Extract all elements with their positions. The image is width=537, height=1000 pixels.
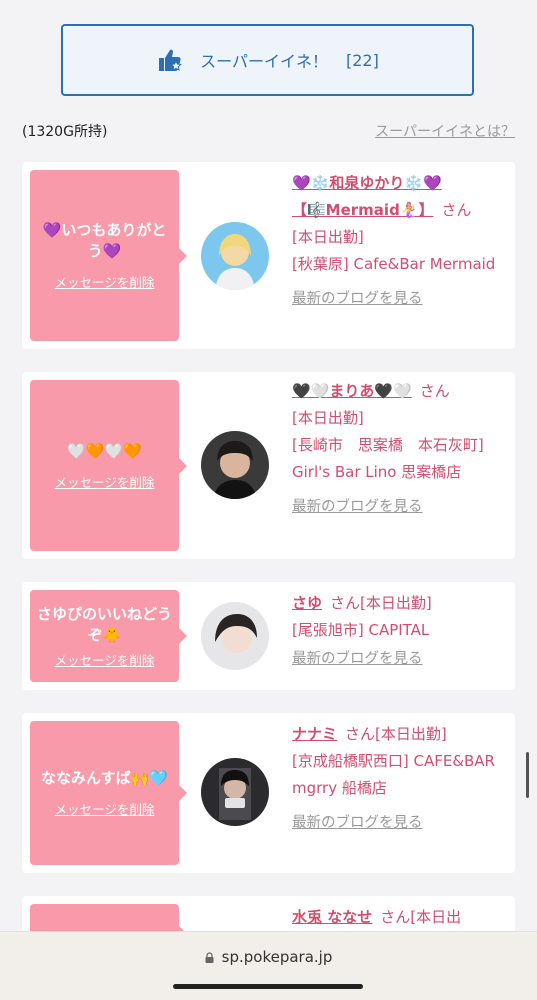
like-card: 🤍🧡🤍🧡 メッセージを削除 🖤🤍まりあ🖤🤍 さん [本日出勤] [長崎市 思案橋 … (22, 372, 515, 559)
cast-name-link[interactable]: ナナミ (292, 725, 337, 743)
super-like-button[interactable]: スーパーイイネ！ [22] (61, 24, 474, 96)
browser-address-bar[interactable]: sp.pokepara.jp (0, 931, 537, 1000)
san-suffix: さん (345, 725, 376, 743)
like-card: 💜いつもありがとう💜 メッセージを削除 💜❄️和泉ゆかり❄️💜【🎼Mermaid… (22, 162, 515, 349)
message-bubble: ななみんすば🙌🩵 メッセージを削除 (30, 721, 187, 865)
delete-message-link[interactable]: メッセージを削除 (55, 272, 155, 291)
avatar[interactable] (201, 222, 269, 290)
cast-info: 💜❄️和泉ゆかり❄️💜【🎼Mermaid🧜‍♀️】 さん [本日出勤] [秋葉原]… (292, 170, 504, 313)
url-text: sp.pokepara.jp (221, 948, 333, 966)
what-is-super-like-link[interactable]: スーパーイイネとは？ (375, 121, 515, 141)
cast-name-link[interactable]: さゆ (292, 594, 322, 612)
cast-info: ナナミ さん[本日出勤] [京成船橋駅西口] CAFE&BAR mgrry 船橋店… (292, 721, 504, 837)
latest-blog-link[interactable]: 最新のブログを見る (292, 810, 504, 837)
message-text: 🤍🧡🤍🧡 (67, 441, 142, 460)
super-like-count: [22] (346, 50, 379, 70)
cast-name-link[interactable]: 水兎 ななせ (292, 908, 372, 926)
super-like-label: スーパーイイネ！ (200, 52, 328, 71)
latest-blog-link[interactable]: 最新のブログを見る (292, 494, 504, 521)
delete-message-link[interactable]: メッセージを削除 (55, 799, 155, 818)
message-bubble: 🤍🧡🤍🧡 メッセージを削除 (30, 380, 187, 551)
san-suffix: さん (380, 908, 411, 926)
message-text: さゆぴのいいねどうぞ🐥 (36, 604, 172, 644)
status-text: [本日出勤] (375, 725, 447, 743)
home-indicator (173, 984, 363, 989)
thumbs-up-star-icon (159, 49, 183, 71)
message-bubble: さゆぴのいいねどうぞ🐥 メッセージを削除 (30, 590, 187, 682)
san-suffix: さん (419, 382, 450, 400)
san-suffix: さん (441, 201, 472, 219)
message-text: 💜いつもありがとう💜 (42, 221, 167, 260)
message-text: ななみんすば🙌🩵 (40, 769, 169, 787)
shop-text: [京成船橋駅西口] CAFE&BAR mgrry 船橋店 (292, 752, 495, 797)
like-card: ななみんすば🙌🩵 メッセージを削除 ナナミ さん[本日出勤] [京成船橋駅西口] … (22, 713, 515, 873)
status-text: [本日出勤] (292, 409, 364, 427)
delete-message-link[interactable]: メッセージを削除 (55, 650, 155, 669)
shop-text: [尾張旭市] CAPITAL (292, 621, 430, 639)
san-suffix: さん (330, 594, 361, 612)
cast-name-link[interactable]: 🖤🤍まりあ🖤🤍 (292, 382, 412, 400)
like-card: さゆぴのいいねどうぞ🐥 メッセージを削除 さゆ さん[本日出勤] [尾張旭市] C… (22, 582, 515, 690)
avatar[interactable] (201, 431, 269, 499)
message-bubble: 💜いつもありがとう💜 メッセージを削除 (30, 170, 187, 341)
cast-name-link[interactable]: 💜❄️和泉ゆかり❄️💜【🎼Mermaid🧜‍♀️】 (292, 174, 442, 219)
avatar[interactable] (201, 758, 269, 826)
cast-info: さゆ さん[本日出勤] [尾張旭市] CAPITAL 最新のブログを見る (292, 590, 507, 673)
owned-points: (1320G所持) (22, 124, 108, 140)
lock-icon (205, 952, 214, 963)
latest-blog-link[interactable]: 最新のブログを見る (292, 286, 504, 313)
status-text: [本日出 (410, 908, 462, 926)
cast-info: 水兎 ななせ さん[本日出 (292, 904, 507, 931)
avatar[interactable] (201, 602, 269, 670)
cast-info: 🖤🤍まりあ🖤🤍 さん [本日出勤] [長崎市 思案橋 本石灰町] Girl's B… (292, 378, 504, 521)
delete-message-link[interactable]: メッセージを削除 (55, 472, 155, 491)
status-text: [本日出勤] (360, 594, 432, 612)
status-text: [本日出勤] (292, 228, 364, 246)
scrollbar[interactable] (526, 752, 529, 798)
shop-text: [長崎市 思案橋 本石灰町] Girl's Bar Lino 思案橋店 (292, 436, 484, 481)
shop-text: [秋葉原] Cafe&Bar Mermaid (292, 255, 496, 273)
latest-blog-link[interactable]: 最新のブログを見る (292, 646, 507, 673)
